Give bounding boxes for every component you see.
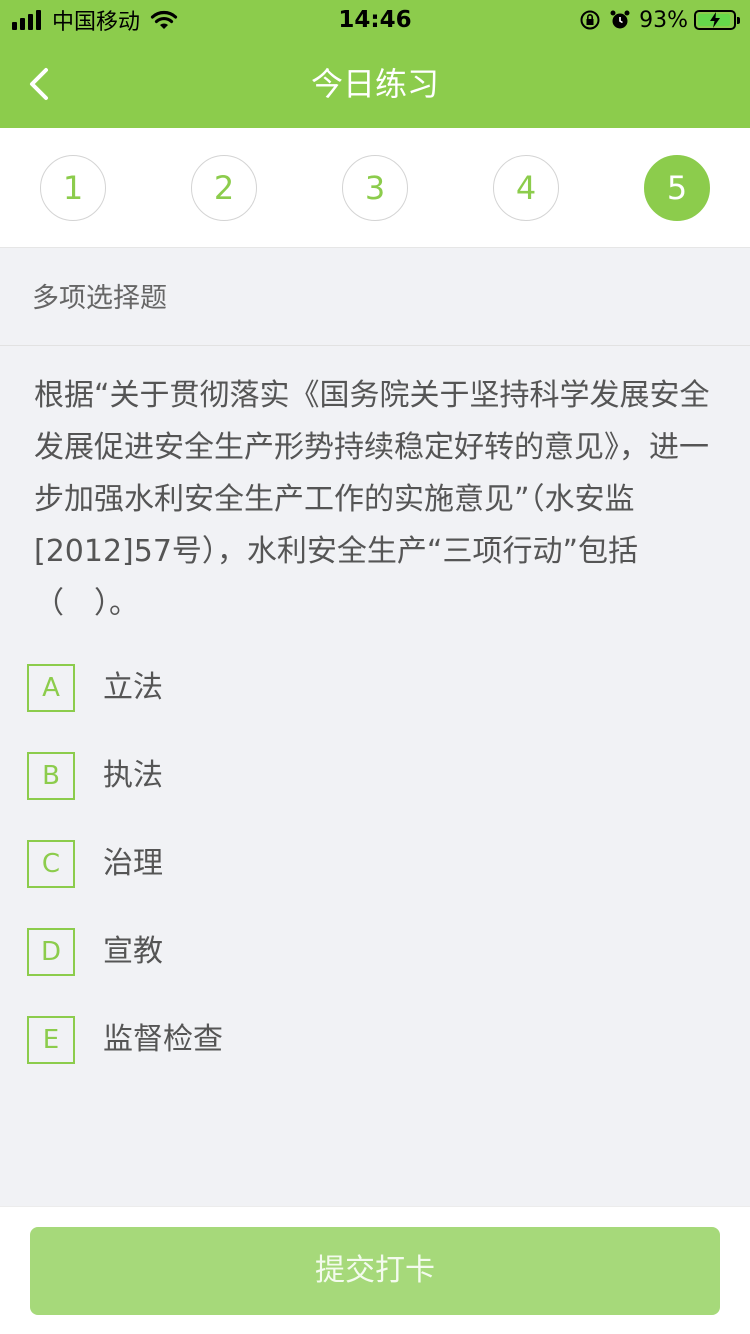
option-text: 监督检查 — [103, 1022, 223, 1057]
option-letter: A — [27, 664, 75, 712]
question-type-header: 多项选择题 — [0, 248, 750, 346]
battery-percent: 93% — [639, 7, 688, 33]
option-text: 立法 — [103, 670, 163, 705]
submit-checkin-button[interactable]: 提交打卡 — [30, 1227, 720, 1315]
orientation-lock-icon — [579, 9, 601, 31]
step-4[interactable]: 4 — [493, 155, 559, 221]
nav-bar: 今日练习 — [0, 40, 750, 128]
option-e[interactable]: E 监督检查 — [27, 1016, 717, 1064]
option-a[interactable]: A 立法 — [27, 664, 717, 712]
bottom-bar: 提交打卡 — [0, 1206, 750, 1334]
option-letter: D — [27, 928, 75, 976]
battery-icon — [694, 10, 740, 30]
question-text: 根据“关于贯彻落实《国务院关于坚持科学发展安全发展促进安全生产形势持续稳定好转的… — [34, 378, 710, 621]
option-text: 执法 — [103, 758, 163, 793]
page-title: 今日练习 — [310, 65, 439, 103]
header: 中国移动 14:46 93% 今日练习 — [0, 0, 750, 128]
alarm-icon — [609, 9, 631, 31]
option-letter: E — [27, 1016, 75, 1064]
question-stepper: 1 2 3 4 5 — [0, 128, 750, 248]
question-type: 多项选择题 — [32, 283, 167, 314]
step-2[interactable]: 2 — [191, 155, 257, 221]
option-text: 治理 — [103, 846, 163, 881]
step-3[interactable]: 3 — [342, 155, 408, 221]
option-b[interactable]: B 执法 — [27, 752, 717, 800]
status-bar: 中国移动 14:46 93% — [0, 0, 750, 40]
step-1[interactable]: 1 — [40, 155, 106, 221]
status-right: 93% — [571, 6, 740, 34]
option-letter: B — [27, 752, 75, 800]
option-d[interactable]: D 宣教 — [27, 928, 717, 976]
option-text: 宣教 — [103, 934, 163, 969]
charging-bolt-icon — [710, 12, 720, 28]
option-c[interactable]: C 治理 — [27, 840, 717, 888]
option-letter: C — [27, 840, 75, 888]
step-5[interactable]: 5 — [644, 155, 710, 221]
